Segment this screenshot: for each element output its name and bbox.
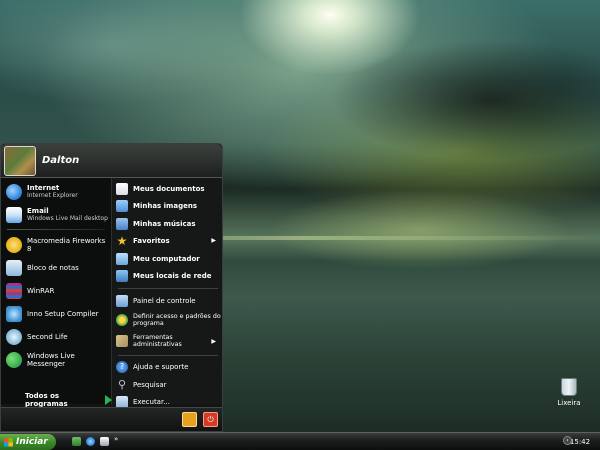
submenu-arrow-icon: ▶ <box>211 236 216 244</box>
settings-separator <box>118 354 218 356</box>
place-label: Meu computador <box>133 254 200 263</box>
clock[interactable]: 15:42 <box>570 438 590 446</box>
start-menu-footer: ⏻ <box>1 407 222 431</box>
taskbar: Iniciar » 15:42 <box>0 432 600 450</box>
recent-program-label: Inno Setup Compiler <box>27 309 99 318</box>
help-label: Ajuda e suporte <box>133 363 189 372</box>
windows-flag-icon <box>4 437 13 447</box>
user-name: Dalton <box>42 155 80 166</box>
network-icon <box>116 270 128 283</box>
desktop-icon-recycle-bin[interactable]: Lixeira <box>552 378 586 407</box>
pinned-email-subtitle: Windows Live Mail desktop <box>27 214 108 222</box>
setting-label: Ferramentas administrativas <box>133 334 182 348</box>
internet-explorer-icon <box>6 183 22 200</box>
mail-icon <box>6 206 22 223</box>
setting-admin-tools[interactable]: Ferramentas administrativas ▶ <box>114 331 222 352</box>
notepad-icon <box>6 259 22 276</box>
tray-expand-icon[interactable]: ‹ <box>563 436 572 445</box>
second-life-icon <box>6 328 22 345</box>
all-programs-label: Todos os programas <box>25 392 68 408</box>
setting-label: Painel de controle <box>133 296 196 305</box>
pinned-email[interactable]: Email Windows Live Mail desktop <box>1 203 111 226</box>
recent-program-label: Second Life <box>27 332 68 341</box>
computer-icon <box>116 252 128 265</box>
recycle-bin-label: Lixeira <box>557 399 581 407</box>
music-icon <box>116 217 128 230</box>
inno-setup-icon <box>6 305 22 322</box>
place-label: Minhas imagens <box>133 202 197 211</box>
pinned-email-title: Email <box>27 206 49 215</box>
place-label: Minhas músicas <box>133 219 196 228</box>
start-menu: Dalton Internet Internet Explorer Email … <box>0 143 223 432</box>
recent-program-notepad[interactable]: Bloco de notas <box>1 256 111 279</box>
places-separator <box>118 288 218 289</box>
place-label: Meus documentos <box>133 184 205 193</box>
start-menu-places: Meus documentos Minhas imagens Minhas mú… <box>112 178 222 409</box>
quicklaunch-internet-explorer-icon[interactable] <box>86 437 95 446</box>
user-avatar[interactable] <box>4 145 36 176</box>
place-label: Favoritos <box>133 237 170 246</box>
favorites-star-icon: ★ <box>116 234 128 249</box>
place-my-computer[interactable]: Meu computador <box>114 250 222 268</box>
setting-label: Definir acesso e padrões do programa <box>133 313 221 327</box>
start-menu-body: Internet Internet Explorer Email Windows… <box>1 178 222 409</box>
submenu-arrow-icon: ▶ <box>211 337 216 345</box>
help-label: Pesquisar <box>133 380 167 389</box>
pinned-internet[interactable]: Internet Internet Explorer <box>1 180 111 203</box>
programs-separator <box>7 229 105 230</box>
pictures-icon <box>116 200 128 213</box>
recycle-bin-icon <box>561 378 577 396</box>
search-icon: ⚲ <box>117 377 127 391</box>
messenger-icon <box>6 351 22 368</box>
help-label: Executar... <box>133 398 170 407</box>
start-button[interactable]: Iniciar <box>0 434 56 450</box>
place-favorites[interactable]: ★ Favoritos ▶ <box>114 233 222 251</box>
start-menu-header: Dalton <box>1 144 222 178</box>
recent-program-inno-setup[interactable]: Inno Setup Compiler <box>1 302 111 325</box>
pinned-internet-title: Internet <box>27 183 60 192</box>
arrow-right-icon <box>105 395 112 405</box>
quicklaunch-expand-icon[interactable]: » <box>114 435 118 443</box>
recent-program-fireworks[interactable]: Macromedia Fireworks 8 <box>1 233 111 256</box>
recent-program-label: WinRAR <box>27 286 55 295</box>
wallpaper-cloud <box>330 40 600 160</box>
place-my-documents[interactable]: Meus documentos <box>114 180 222 198</box>
help-icon: ? <box>116 361 128 374</box>
setting-program-access[interactable]: Definir acesso e padrões do programa <box>114 310 222 331</box>
place-my-pictures[interactable]: Minhas imagens <box>114 198 222 216</box>
recent-program-winrar[interactable]: WinRAR <box>1 279 111 302</box>
control-panel-icon <box>116 294 128 307</box>
start-button-label: Iniciar <box>16 437 48 447</box>
help-and-support[interactable]: ? Ajuda e suporte <box>114 359 222 377</box>
documents-icon <box>116 182 128 195</box>
place-label: Meus locais de rede <box>133 272 212 281</box>
recent-program-label: Windows Live Messenger <box>27 351 75 368</box>
place-my-music[interactable]: Minhas músicas <box>114 215 222 233</box>
program-access-icon <box>116 314 128 326</box>
recent-program-label: Bloco de notas <box>27 263 79 272</box>
recent-program-messenger[interactable]: Windows Live Messenger <box>1 348 111 371</box>
quicklaunch-drive-icon[interactable] <box>100 437 109 446</box>
recent-program-label: Macromedia Fireworks 8 <box>27 236 106 253</box>
admin-tools-icon <box>116 335 128 347</box>
shutdown-power-icon[interactable]: ⏻ <box>203 412 218 427</box>
start-menu-programs: Internet Internet Explorer Email Windows… <box>1 178 112 404</box>
fireworks-icon <box>6 236 22 253</box>
quicklaunch-show-desktop-icon[interactable] <box>72 437 81 446</box>
search[interactable]: ⚲ Pesquisar <box>114 376 222 394</box>
log-off-key-icon[interactable] <box>182 412 197 427</box>
pinned-internet-subtitle: Internet Explorer <box>27 191 78 199</box>
winrar-icon <box>6 282 22 299</box>
recent-program-second-life[interactable]: Second Life <box>1 325 111 348</box>
setting-control-panel[interactable]: Painel de controle <box>114 292 222 310</box>
place-network[interactable]: Meus locais de rede <box>114 268 222 286</box>
